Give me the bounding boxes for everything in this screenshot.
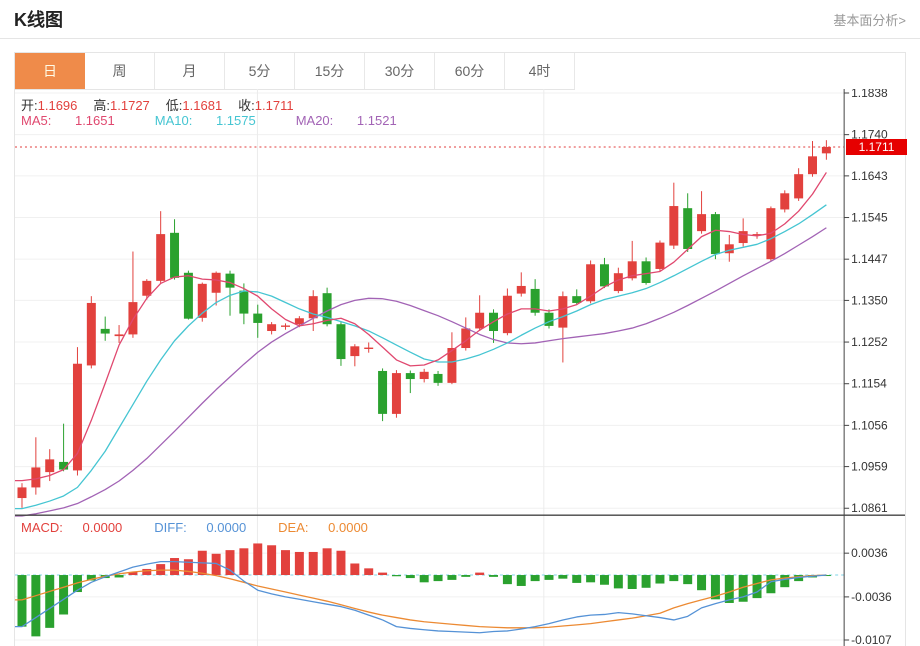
svg-text:0.0036: 0.0036: [851, 546, 888, 560]
chart-area: 1.1838 1.1740 1.1643 1.1545 1.1447 1.1350 1.12…: [15, 89, 907, 646]
svg-text:1.1545: 1.1545: [851, 211, 888, 225]
svg-text:1.1838: 1.1838: [851, 89, 888, 100]
last-price-badge: 1.1711: [846, 139, 907, 155]
tab-30min[interactable]: 30分: [365, 53, 435, 89]
svg-text:1.0959: 1.0959: [851, 460, 888, 474]
tab-4hour[interactable]: 4时: [505, 53, 575, 89]
tab-5min[interactable]: 5分: [225, 53, 295, 89]
kline-chart[interactable]: 1.18381.17401.16431.15451.14471.13501.12…: [15, 89, 905, 646]
svg-text:-0.0107: -0.0107: [851, 633, 892, 646]
kline-panel: 日 周 月 5分 15分 30分 60分 4时 1.1838 1.1740 1.16…: [14, 52, 907, 646]
tab-day[interactable]: 日: [15, 53, 85, 89]
svg-text:1.1447: 1.1447: [851, 252, 888, 266]
tab-month[interactable]: 月: [155, 53, 225, 89]
svg-text:1.1056: 1.1056: [851, 418, 888, 432]
svg-text:1.1350: 1.1350: [851, 293, 888, 307]
svg-text:1.0861: 1.0861: [851, 501, 888, 515]
svg-text:1.1643: 1.1643: [851, 169, 888, 183]
page-title: K线图: [14, 10, 63, 30]
fundamental-analysis-link[interactable]: 基本面分析>: [833, 10, 906, 29]
timeframe-tabs: 日 周 月 5分 15分 30分 60分 4时: [15, 53, 575, 90]
header-divider: [0, 38, 920, 39]
svg-text:1.1154: 1.1154: [851, 377, 887, 391]
svg-text:-0.0036: -0.0036: [851, 590, 892, 604]
tab-60min[interactable]: 60分: [435, 53, 505, 89]
tab-week[interactable]: 周: [85, 53, 155, 89]
svg-text:1.1252: 1.1252: [851, 335, 888, 349]
tab-15min[interactable]: 15分: [295, 53, 365, 89]
